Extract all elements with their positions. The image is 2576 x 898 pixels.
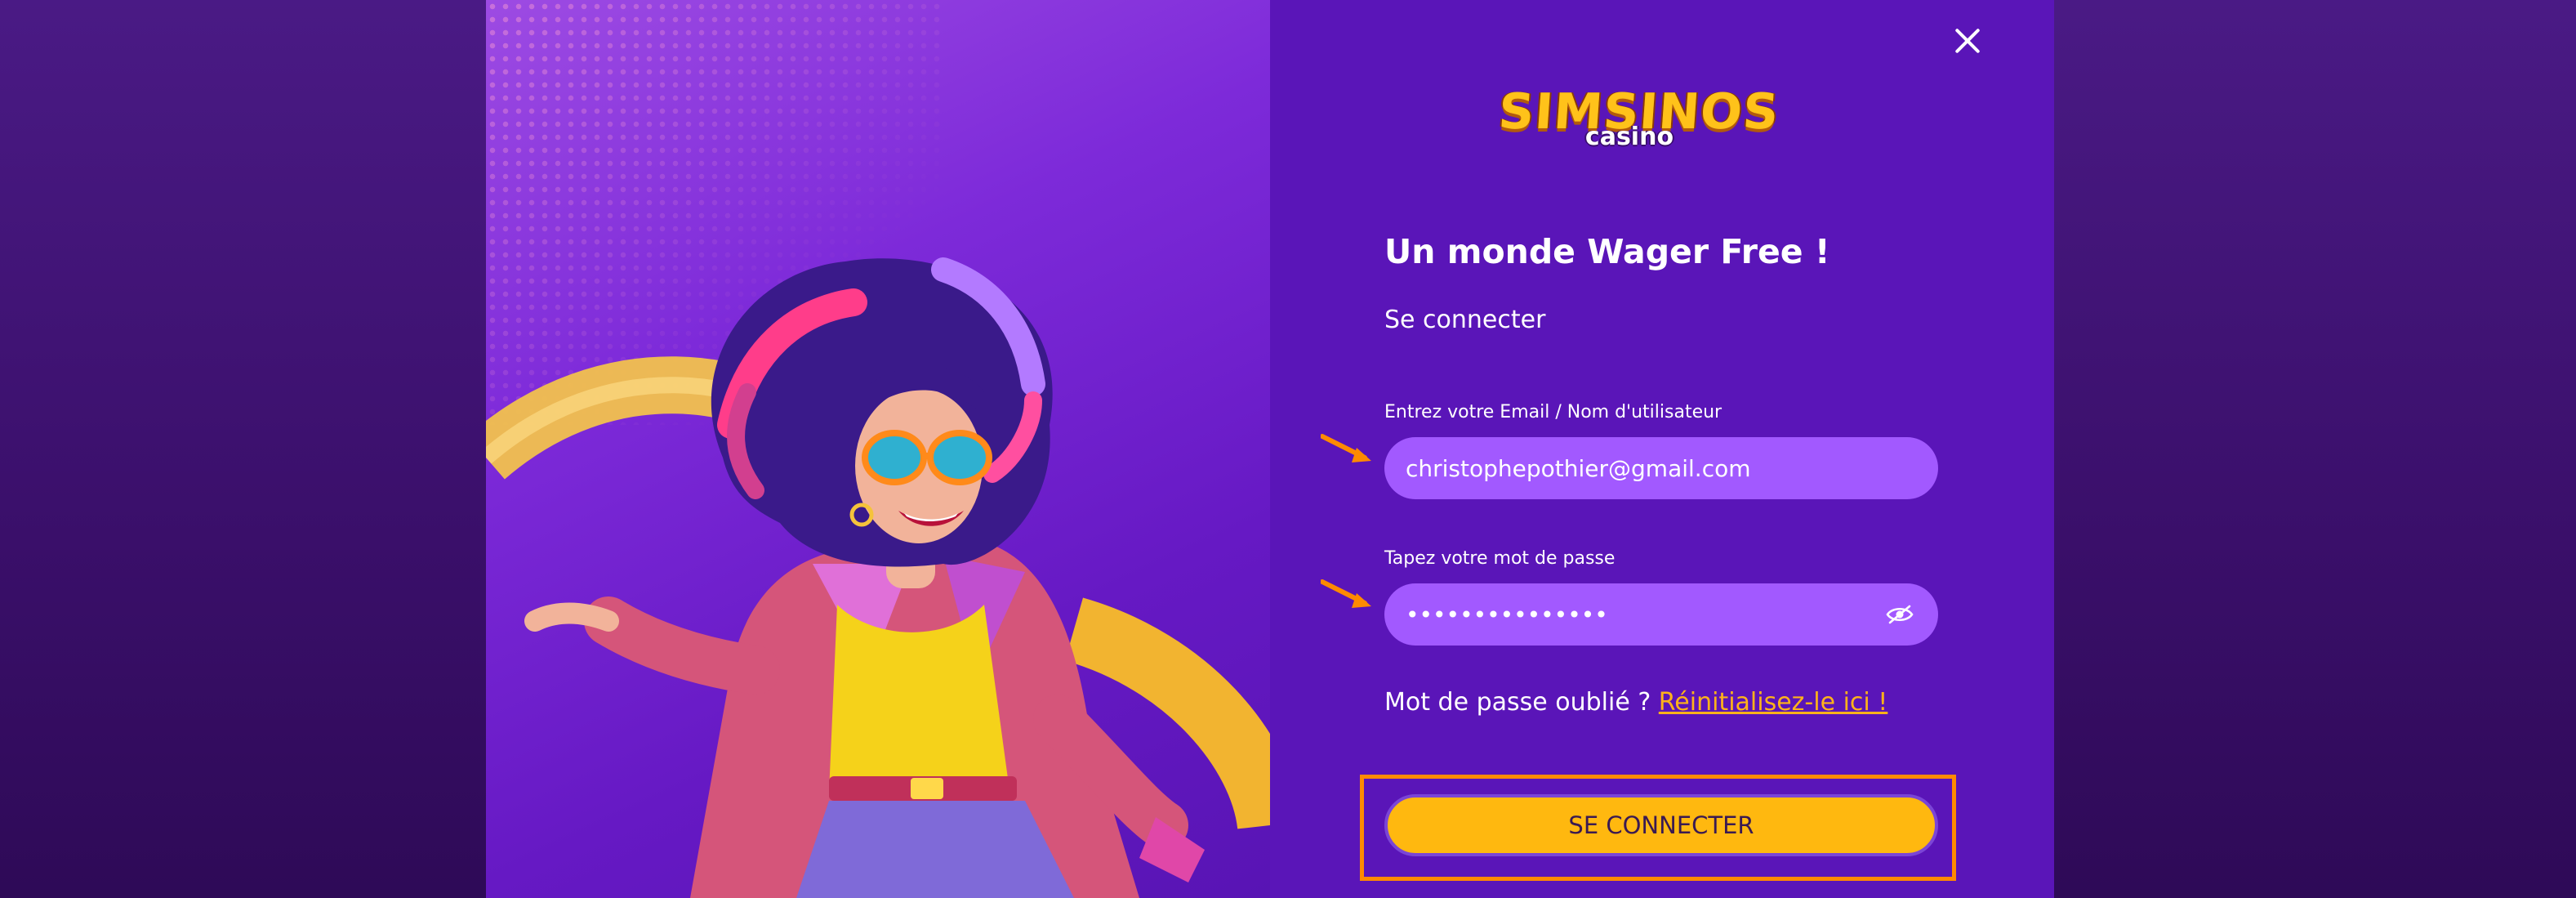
eye-off-icon[interactable] [1886, 605, 1914, 624]
arrow-icon [1321, 579, 1371, 608]
page-title: Un monde Wager Free ! [1384, 232, 1830, 271]
reset-password-link[interactable]: Réinitialisez-le ici ! [1659, 688, 1888, 717]
login-modal: SIMSINOS casino Un monde Wager Free ! Se… [486, 0, 2054, 898]
logo-sub: casino [1584, 123, 1674, 151]
email-field[interactable] [1384, 437, 1938, 499]
page: SIMSINOS casino Un monde Wager Free ! Se… [0, 0, 2576, 898]
email-input[interactable] [1406, 454, 1917, 482]
email-label: Entrez votre Email / Nom d'utilisateur [1384, 402, 1723, 422]
password-input[interactable] [1406, 601, 1917, 628]
comic-woman-illustration [486, 257, 1270, 898]
login-panel: SIMSINOS casino Un monde Wager Free ! Se… [1270, 0, 2054, 898]
login-button[interactable]: SE CONNECTER [1384, 794, 1938, 856]
promo-illustration [486, 0, 1270, 898]
casino-logo[interactable]: SIMSINOS casino [1497, 83, 1781, 151]
forgot-password-text: Mot de passe oublié ? [1384, 688, 1651, 717]
login-subtitle: Se connecter [1384, 306, 1546, 334]
forgot-password: Mot de passe oublié ? Réinitialisez-le i… [1384, 688, 1887, 717]
password-field[interactable] [1384, 583, 1938, 646]
close-icon[interactable] [1950, 25, 1982, 57]
arrow-icon [1321, 434, 1371, 462]
password-label: Tapez votre mot de passe [1384, 548, 1616, 569]
